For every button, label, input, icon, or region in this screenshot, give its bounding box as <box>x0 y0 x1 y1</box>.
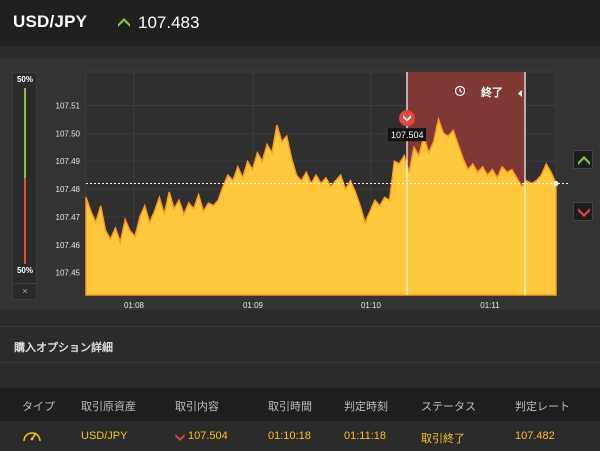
y-tick-label: 107.48 <box>56 185 81 194</box>
header-trade-time: 取引時間 <box>268 401 312 413</box>
close-ratio-button[interactable]: × <box>14 283 36 297</box>
price-chart: 終了 107.504 107.51 107.50 107.49 107.48 107.4… <box>56 71 570 310</box>
high-arrow-icon <box>578 156 590 165</box>
row-content: 107.504 <box>188 430 228 442</box>
entry-marker-icon <box>399 110 415 127</box>
current-price: 107.483 <box>138 13 200 32</box>
window-label: 終了 <box>481 85 503 99</box>
y-tick-label: 107.51 <box>56 101 81 110</box>
table-header: タイプ 取引原資産 取引内容 取引時間 判定時刻 ステータス 判定レート <box>0 388 600 421</box>
section-divider <box>0 326 600 327</box>
y-tick-label: 107.49 <box>56 157 81 166</box>
details-title: 購入オプション詳細 <box>14 342 113 354</box>
high-ratio: 50% <box>16 75 33 84</box>
row-judge-time: 01:11:18 <box>344 430 387 442</box>
y-tick-label: 107.45 <box>56 269 81 278</box>
up-arrow-icon <box>118 18 130 27</box>
row-asset: USD/JPY <box>81 430 128 442</box>
y-tick-label: 107.46 <box>56 241 81 250</box>
x-tick-label: 01:10 <box>361 301 382 310</box>
low-ratio-bar <box>24 178 26 264</box>
high-button[interactable] <box>573 150 593 169</box>
x-tick-label: 01:08 <box>124 301 145 310</box>
low-ratio: 50% <box>16 266 33 275</box>
header-type: タイプ <box>22 401 55 413</box>
y-tick-label: 107.47 <box>56 213 81 222</box>
header-content: 取引内容 <box>175 401 219 413</box>
low-arrow-icon <box>578 208 590 217</box>
speedometer-icon <box>23 432 41 442</box>
low-button[interactable] <box>573 202 593 221</box>
y-tick-label: 107.50 <box>56 129 81 138</box>
currency-pair: USD/JPY <box>13 12 88 31</box>
high-ratio-bar <box>24 88 26 178</box>
x-tick-label: 01:11 <box>480 301 500 310</box>
table-row[interactable]: USD/JPY 107.504 01:10:18 01:11:18 取引終了 1… <box>0 421 600 451</box>
x-tick-label: 01:09 <box>243 301 264 310</box>
header-rate: 判定レート <box>515 401 570 413</box>
low-arrow-icon <box>175 434 185 441</box>
row-trade-time: 01:10:18 <box>268 430 311 442</box>
row-status: 取引終了 <box>421 433 465 445</box>
entry-rate-label: 107.504 <box>391 130 424 140</box>
row-rate: 107.482 <box>515 430 555 442</box>
header-asset: 取引原資産 <box>81 401 136 413</box>
current-rate-dot <box>553 181 559 186</box>
header-judge-time: 判定時刻 <box>344 401 388 413</box>
header-status: ステータス <box>421 401 476 413</box>
section-divider <box>0 362 600 363</box>
header-bar: USD/JPY 107.483 <box>0 0 600 46</box>
